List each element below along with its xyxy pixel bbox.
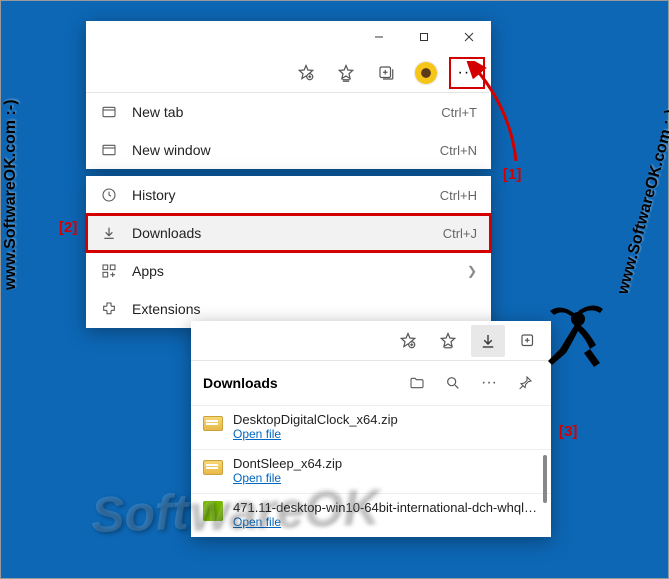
watermark-side-right: www.SoftwareOK.com :-) [615, 108, 669, 297]
download-filename: DesktopDigitalClock_x64.zip [233, 412, 539, 427]
menu-new-window[interactable]: New window Ctrl+N [86, 131, 491, 169]
minimize-button[interactable] [356, 21, 401, 53]
annotation-2: [2] [59, 219, 77, 236]
pin-icon[interactable] [511, 369, 539, 397]
browser-menu-section: History Ctrl+H Downloads Ctrl+J Apps ❯ E… [86, 176, 491, 328]
downloads-title: Downloads [203, 375, 395, 391]
menu-label: New tab [132, 104, 427, 120]
watermark-side-left: www.SoftwareOK.com :-) [2, 99, 20, 290]
menu-label: Apps [132, 263, 453, 279]
download-item[interactable]: DesktopDigitalClock_x64.zip Open file [191, 405, 551, 449]
zip-file-icon [203, 414, 223, 432]
annotation-1: [1] [503, 166, 521, 183]
download-icon [100, 224, 118, 242]
download-filename: DontSleep_x64.zip [233, 456, 539, 471]
maximize-button[interactable] [401, 21, 446, 53]
menu-label: Downloads [132, 225, 429, 241]
menu-history[interactable]: History Ctrl+H [86, 176, 491, 214]
browser-toolbar: ··· [86, 53, 491, 93]
annotation-3: [3] [559, 423, 577, 440]
favorites-icon[interactable] [431, 325, 465, 357]
exe-file-icon [203, 502, 223, 520]
more-icon[interactable]: ··· [475, 369, 503, 397]
downloads-header: Downloads ··· [191, 361, 551, 405]
scrollbar[interactable] [543, 455, 547, 503]
open-file-link[interactable]: Open file [233, 471, 539, 485]
downloads-panel: Downloads ··· DesktopDigitalClock_x64.zi… [191, 321, 551, 537]
open-file-link[interactable]: Open file [233, 515, 539, 529]
folder-open-icon[interactable] [403, 369, 431, 397]
decorative-figure [538, 301, 608, 381]
browser-window-top: ··· New tab Ctrl+T New window Ctrl+N [86, 21, 491, 169]
new-tab-icon [100, 103, 118, 121]
collections-icon[interactable] [369, 57, 403, 89]
download-item[interactable]: 471.11-desktop-win10-64bit-international… [191, 493, 551, 537]
search-icon[interactable] [439, 369, 467, 397]
download-item[interactable]: DontSleep_x64.zip Open file [191, 449, 551, 493]
new-window-icon [100, 141, 118, 159]
profile-icon[interactable] [409, 57, 443, 89]
extensions-icon [100, 300, 118, 318]
download-filename: 471.11-desktop-win10-64bit-international… [233, 500, 539, 515]
close-button[interactable] [446, 21, 491, 53]
downloads-toolbar-icon[interactable] [471, 325, 505, 357]
menu-shortcut: Ctrl+H [440, 188, 477, 203]
menu-downloads[interactable]: Downloads Ctrl+J [86, 214, 491, 252]
menu-label: New window [132, 142, 426, 158]
open-file-link[interactable]: Open file [233, 427, 539, 441]
menu-label: Extensions [132, 301, 477, 317]
add-favorite-icon[interactable] [289, 57, 323, 89]
menu-apps[interactable]: Apps ❯ [86, 252, 491, 290]
menu-shortcut: Ctrl+J [443, 226, 477, 241]
window-titlebar [86, 21, 491, 53]
favorites-icon[interactable] [329, 57, 363, 89]
menu-new-tab[interactable]: New tab Ctrl+T [86, 93, 491, 131]
annotation-arrow [461, 61, 541, 171]
menu-label: History [132, 187, 426, 203]
apps-icon [100, 262, 118, 280]
history-icon [100, 186, 118, 204]
chevron-right-icon: ❯ [467, 264, 477, 278]
add-favorite-icon[interactable] [391, 325, 425, 357]
downloads-toolbar [191, 321, 551, 361]
zip-file-icon [203, 458, 223, 476]
